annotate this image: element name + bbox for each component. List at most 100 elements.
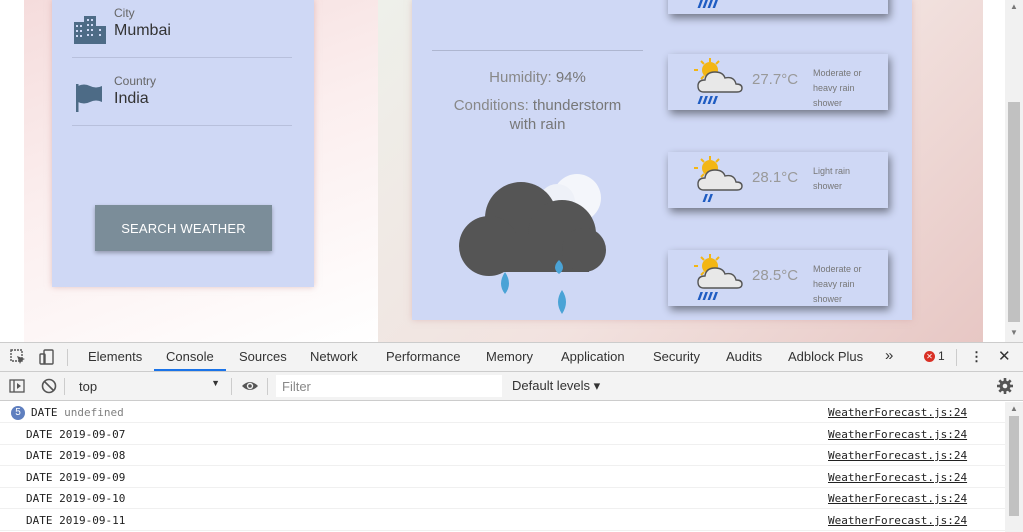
- console-message-text: DATE 2019-09-09: [26, 471, 126, 484]
- humidity-text: Humidity: 94%: [412, 69, 663, 86]
- country-label: Country: [114, 74, 157, 88]
- console-log-area: 5 DATE undefined WeatherForecast.js:24 D…: [0, 402, 1005, 532]
- console-scrollbar[interactable]: ▲: [1005, 402, 1023, 532]
- search-card: City Mumbai Country India SEARCH WEATHER: [52, 0, 314, 287]
- console-message-text: DATE 2019-09-11: [26, 514, 126, 527]
- caret-down-icon: ▼: [211, 378, 220, 388]
- log-value: undefined: [64, 406, 124, 419]
- devtools-tabbar: Elements Console Sources Network Perform…: [0, 343, 1023, 372]
- forecast-day: 28.1°C Light rain shower: [668, 152, 888, 208]
- forecast-temp: 28.1°C: [752, 169, 799, 186]
- flag-icon: [76, 84, 102, 112]
- settings-gear-icon[interactable]: [996, 377, 1014, 395]
- separator: [64, 378, 65, 395]
- console-message-text: DATE 2019-09-08: [26, 449, 126, 462]
- tab-security[interactable]: Security: [653, 349, 700, 364]
- source-link[interactable]: WeatherForecast.js:24: [828, 492, 967, 505]
- console-message: DATE 2019-09-09 WeatherForecast.js:24: [0, 467, 1005, 488]
- tab-elements[interactable]: Elements: [88, 349, 142, 364]
- console-message: 5 DATE undefined WeatherForecast.js:24: [0, 402, 1005, 423]
- forecast-desc-line: heavy rain: [813, 279, 855, 289]
- forecast-day: 27.7°C Moderate or heavy rain shower: [668, 54, 888, 110]
- scroll-up-icon[interactable]: ▲: [1010, 404, 1018, 413]
- source-link[interactable]: WeatherForecast.js:24: [828, 406, 967, 419]
- conditions-text: Conditions: thunderstorm with rain: [442, 96, 633, 134]
- inspect-element-icon[interactable]: [9, 348, 27, 366]
- log-prefix: DATE: [31, 406, 65, 419]
- page-scroll-thumb[interactable]: [1008, 102, 1020, 322]
- console-message: DATE 2019-09-10 WeatherForecast.js:24: [0, 488, 1005, 509]
- forecast-desc-line: Moderate or: [813, 68, 862, 78]
- error-icon: ✕: [924, 351, 935, 362]
- log-levels-dropdown[interactable]: Default levels ▾: [512, 378, 600, 394]
- tab-memory[interactable]: Memory: [486, 349, 533, 364]
- tab-audits[interactable]: Audits: [726, 349, 762, 364]
- country-value[interactable]: India: [114, 90, 149, 108]
- scroll-down-icon[interactable]: ▼: [1010, 328, 1018, 337]
- console-message: DATE 2019-09-11 WeatherForecast.js:24: [0, 510, 1005, 531]
- screen: City Mumbai Country India SEARCH WEATHER…: [0, 0, 1023, 532]
- city-icon: [74, 16, 106, 44]
- console-message-text: DATE 2019-09-10: [26, 492, 126, 505]
- console-filter-input[interactable]: [276, 375, 502, 397]
- error-count: 1: [938, 349, 945, 363]
- tab-adblock-plus[interactable]: Adblock Plus: [788, 349, 863, 364]
- error-counter[interactable]: ✕ 1: [924, 349, 945, 363]
- device-toolbar-icon[interactable]: [38, 348, 56, 366]
- tab-console[interactable]: Console: [166, 349, 214, 364]
- console-message: DATE 2019-09-07 WeatherForecast.js:24: [0, 424, 1005, 445]
- separator: [956, 349, 957, 366]
- active-tab-indicator: [154, 369, 226, 371]
- source-link[interactable]: WeatherForecast.js:24: [828, 514, 967, 527]
- kebab-menu-icon[interactable]: ⋮: [970, 349, 983, 365]
- conditions-label: Conditions:: [453, 97, 529, 114]
- forecast-desc: Moderate or heavy rain shower: [813, 262, 879, 307]
- country-field[interactable]: Country India: [72, 74, 292, 126]
- source-link[interactable]: WeatherForecast.js:24: [828, 471, 967, 484]
- devtools-panel: Elements Console Sources Network Perform…: [0, 342, 1023, 532]
- console-scroll-thumb[interactable]: [1009, 416, 1019, 516]
- separator: [231, 378, 232, 395]
- separator: [267, 378, 268, 395]
- city-label: City: [114, 6, 135, 20]
- divider: [432, 50, 643, 51]
- rain-cloud-icon: [459, 174, 606, 314]
- browser-viewport: City Mumbai Country India SEARCH WEATHER…: [0, 0, 1023, 342]
- partly-sunny-rain-icon: [694, 254, 743, 300]
- context-value: top: [79, 379, 98, 394]
- console-toolbar: top ▼ Default levels ▾: [0, 372, 1023, 401]
- partly-sunny-rain-icon: [697, 0, 718, 8]
- separator: [67, 349, 68, 366]
- tab-performance[interactable]: Performance: [386, 349, 460, 364]
- tab-network[interactable]: Network: [310, 349, 358, 364]
- forecast-desc: Moderate or heavy rain shower: [813, 66, 879, 111]
- tab-sources[interactable]: Sources: [239, 349, 287, 364]
- forecast-temp: 28.5°C: [752, 267, 799, 284]
- search-weather-button[interactable]: SEARCH WEATHER: [95, 205, 272, 251]
- city-field[interactable]: City Mumbai: [72, 6, 292, 58]
- more-tabs-icon[interactable]: »: [885, 347, 893, 364]
- partly-sunny-rain-icon: [694, 156, 743, 202]
- forecast-desc-line: shower: [813, 181, 843, 191]
- clear-console-icon[interactable]: [40, 377, 58, 395]
- close-devtools-icon[interactable]: ✕: [998, 347, 1011, 365]
- tab-application[interactable]: Application: [561, 349, 625, 364]
- forecast-desc-line: Moderate or: [813, 264, 862, 274]
- forecast-card: Humidity: 94% Conditions: thunderstorm w…: [412, 0, 912, 320]
- console-message: DATE 2019-09-08 WeatherForecast.js:24: [0, 445, 1005, 466]
- humidity-label: Humidity:: [489, 69, 552, 86]
- partly-sunny-rain-icon: [694, 58, 743, 104]
- sidebar-toggle-icon[interactable]: [8, 377, 26, 395]
- forecast-day: 28.5°C Moderate or heavy rain shower: [668, 250, 888, 306]
- repeat-count-badge: 5: [11, 406, 25, 420]
- source-link[interactable]: WeatherForecast.js:24: [828, 449, 967, 462]
- console-message-text: DATE 2019-09-07: [26, 428, 126, 441]
- city-value[interactable]: Mumbai: [114, 22, 171, 40]
- context-select[interactable]: top ▼: [72, 376, 226, 396]
- forecast-desc-line: Light rain: [813, 166, 851, 176]
- source-link[interactable]: WeatherForecast.js:24: [828, 428, 967, 441]
- page-scrollbar[interactable]: ▲ ▼: [1005, 0, 1023, 342]
- forecast-temp: 27.7°C: [752, 71, 799, 88]
- live-expression-eye-icon[interactable]: [241, 377, 259, 395]
- scroll-up-icon[interactable]: ▲: [1010, 2, 1018, 11]
